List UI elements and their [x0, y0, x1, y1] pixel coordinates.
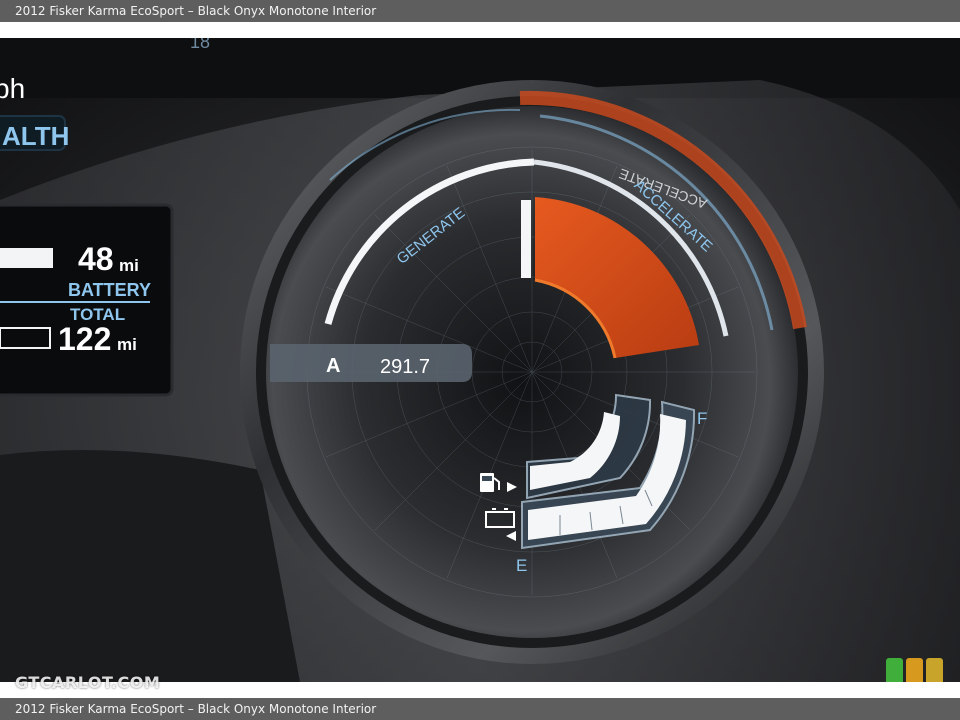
power-needle	[521, 200, 531, 278]
power-gauge: ACCELERATE GENERATE ACCELERATE A 291.7 F…	[240, 80, 824, 664]
speed-unit-partial: ph	[0, 73, 25, 104]
trip-info-display: 48 mi BATTERY TOTAL 122 mi	[0, 203, 174, 397]
trip-odometer-value: 291.7	[380, 356, 430, 378]
total-unit: mi	[117, 335, 137, 354]
top-number-partial: 18	[190, 38, 210, 52]
battery-unit: mi	[119, 256, 139, 275]
battery-miles: 48	[78, 241, 114, 277]
caption-bottom: 2012 Fisker Karma EcoSport – Black Onyx …	[0, 698, 960, 720]
battery-label: BATTERY	[68, 280, 151, 300]
logo-square-gold	[926, 658, 943, 682]
odometer-readout: A 291.7	[270, 344, 472, 382]
watermark: GTCARLOT.COM	[15, 673, 161, 692]
dealer-logo	[886, 658, 943, 682]
mode-label-partial: ALTH	[2, 121, 69, 151]
lower-dash-panel	[0, 450, 300, 682]
logo-square-orange	[906, 658, 923, 682]
fuel-full-label: F	[697, 409, 707, 428]
caption-top: 2012 Fisker Karma EcoSport – Black Onyx …	[0, 0, 960, 22]
logo-square-green	[886, 658, 903, 682]
fuel-empty-label: E	[516, 556, 527, 575]
dashboard-photo: 48 mi BATTERY TOTAL 122 mi ph ALTH 18 AC…	[0, 38, 960, 682]
total-miles: 122	[58, 321, 111, 357]
trip-mode-label: A	[326, 355, 340, 377]
battery-range-bar	[0, 248, 53, 268]
